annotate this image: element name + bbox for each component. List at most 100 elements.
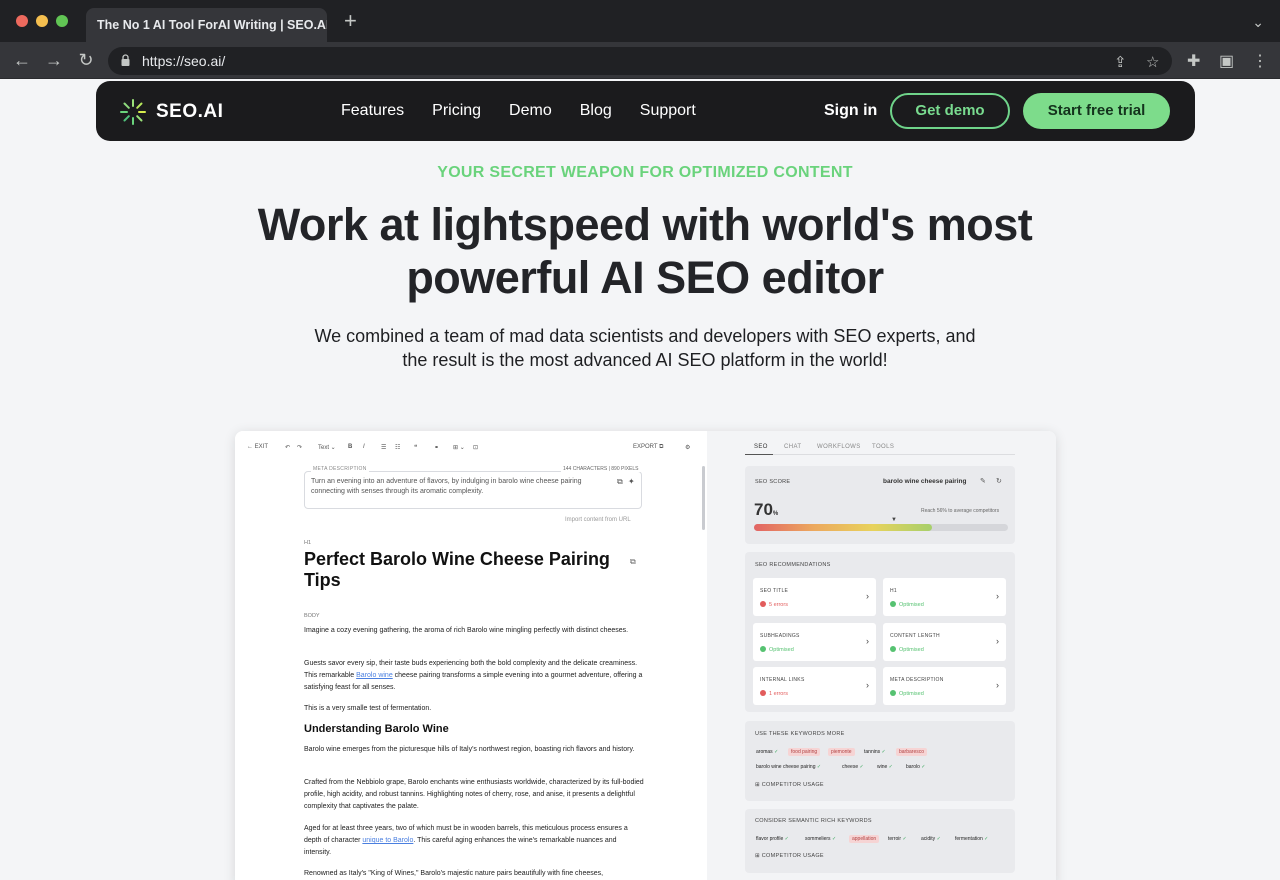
extensions-icon[interactable]: ✚ — [1187, 51, 1200, 71]
article-h2[interactable]: Understanding Barolo Wine — [304, 723, 449, 735]
quote-icon[interactable]: ❝ — [414, 444, 417, 451]
rec-title: SUBHEADINGS — [760, 633, 800, 639]
main-menu: Features Pricing Demo Blog Support — [341, 102, 696, 120]
sparkle-icon[interactable]: ✦ — [628, 477, 635, 486]
browser-tab[interactable]: The No 1 AI Tool ForAI Writing | SEO.AI — [86, 8, 327, 42]
reload-button[interactable]: ↻ — [76, 50, 96, 70]
new-tab-button[interactable]: + — [344, 10, 357, 32]
rec-title: CONTENT LENGTH — [890, 633, 940, 639]
address-bar[interactable]: https://seo.ai/ ⇪ ☆ — [108, 47, 1172, 75]
semantic-keyword-chip[interactable]: sommeliers — [802, 835, 839, 843]
paragraph-5[interactable]: Crafted from the Nebbiolo grape, Barolo … — [304, 777, 644, 813]
rec-seo-title[interactable]: SEO TITLE 5 errors › — [753, 578, 876, 616]
keyword-chip[interactable]: tannins — [861, 748, 889, 756]
semantic-keyword-chip[interactable]: fermentation — [952, 835, 991, 843]
keyword-chip[interactable]: wine — [874, 763, 896, 771]
link-icon[interactable]: ⚭ — [434, 444, 439, 451]
browser-menu-icon[interactable]: ⋮ — [1252, 51, 1268, 71]
keyword-chip[interactable]: barolo — [903, 763, 929, 771]
error-icon — [760, 690, 766, 696]
nav-support[interactable]: Support — [640, 102, 696, 120]
keyword-chip[interactable]: food pairing — [788, 748, 821, 756]
start-free-trial-button[interactable]: Start free trial — [1023, 93, 1170, 129]
sign-in-link[interactable]: Sign in — [824, 102, 877, 120]
rec-status-text: Optimised — [769, 647, 794, 653]
forward-button[interactable]: → — [44, 50, 64, 70]
edit-icon[interactable]: ✎ — [980, 477, 986, 485]
meta-description-field[interactable]: Turn an evening into an adventure of fla… — [304, 471, 642, 509]
import-url-link[interactable]: Import content from URL — [565, 517, 631, 523]
nav-blog[interactable]: Blog — [580, 102, 612, 120]
semantic-keyword-chip[interactable]: flavor profile — [753, 835, 792, 843]
keywords-title: USE THESE KEYWORDS MORE — [755, 731, 845, 737]
bullet-list-icon[interactable]: ☰ — [381, 444, 386, 451]
nav-demo[interactable]: Demo — [509, 102, 552, 120]
hero-subtitle: We combined a team of mad data scientist… — [0, 324, 1280, 372]
nav-pricing[interactable]: Pricing — [432, 102, 481, 120]
keyword-chip[interactable]: aromas — [753, 748, 781, 756]
keyword-chip[interactable]: piemonte — [828, 748, 855, 756]
body-label: BODY — [304, 613, 320, 619]
undo-icon[interactable]: ↶ — [285, 444, 290, 451]
rec-h1[interactable]: H1 Optimised › — [883, 578, 1006, 616]
refresh-icon[interactable]: ↻ — [996, 477, 1002, 485]
settings-icon[interactable]: ⚙ — [685, 444, 690, 451]
tab-tools[interactable]: TOOLS — [872, 444, 894, 450]
h1-label: H1 — [304, 540, 312, 546]
rec-meta-description[interactable]: META DESCRIPTION Optimised › — [883, 667, 1006, 705]
competitor-usage-toggle[interactable]: ⊞ COMPETITOR USAGE — [755, 853, 824, 859]
redo-icon[interactable]: ↷ — [297, 444, 302, 451]
paragraph-1[interactable]: Imagine a cozy evening gathering, the ar… — [304, 625, 644, 637]
semantic-keyword-chip[interactable]: acidity — [918, 835, 944, 843]
semantic-keyword-chip[interactable]: appellation — [849, 835, 880, 843]
maximize-window-button[interactable] — [56, 15, 68, 27]
export-button[interactable]: EXPORT ⧉ — [633, 444, 663, 451]
copy-h1-icon[interactable]: ⧉ — [630, 557, 636, 567]
seo-score-card: SEO SCORE barolo wine cheese pairing ✎ ↻… — [745, 466, 1015, 544]
paragraph-7[interactable]: Renowned as Italy's "King of Wines," Bar… — [304, 868, 644, 880]
tab-chat[interactable]: CHAT — [784, 444, 802, 450]
back-button[interactable]: ← — [12, 50, 32, 70]
rec-content-length[interactable]: CONTENT LENGTH Optimised › — [883, 623, 1006, 661]
check-icon — [890, 690, 896, 696]
text-style-select[interactable]: Text ⌄ — [318, 444, 336, 451]
site-logo[interactable]: SEO.AI — [118, 97, 223, 127]
tab-search-icon[interactable]: ⌄ — [1252, 14, 1264, 31]
get-demo-button[interactable]: Get demo — [890, 93, 1010, 129]
unique-to-barolo-link[interactable]: unique to Barolo — [362, 837, 413, 844]
bold-icon[interactable]: B — [348, 444, 352, 450]
image-icon[interactable]: ⊡ — [473, 444, 478, 451]
table-icon[interactable]: ⊞ ⌄ — [453, 444, 465, 451]
tab-workflows[interactable]: WORKFLOWS — [817, 444, 861, 450]
paragraph-4[interactable]: Barolo wine emerges from the picturesque… — [304, 744, 644, 756]
bookmark-star-icon[interactable]: ☆ — [1146, 53, 1159, 71]
italic-icon[interactable]: I — [363, 444, 365, 450]
close-window-button[interactable] — [16, 15, 28, 27]
rec-status: Optimised — [890, 601, 924, 608]
article-h1[interactable]: Perfect Barolo Wine Cheese Pairing Tips — [304, 549, 634, 591]
minimize-window-button[interactable] — [36, 15, 48, 27]
tab-seo[interactable]: SEO — [754, 444, 768, 450]
chevron-right-icon: › — [866, 591, 869, 601]
keyword-chip[interactable]: barolo wine cheese pairing — [753, 763, 824, 771]
exit-button[interactable]: ← EXIT — [247, 444, 268, 450]
side-panel-icon[interactable]: ▣ — [1219, 51, 1234, 71]
competitor-usage-label: COMPETITOR USAGE — [761, 782, 824, 788]
nav-features[interactable]: Features — [341, 102, 404, 120]
keyword-chip[interactable]: cheese — [839, 763, 867, 771]
competitor-usage-toggle[interactable]: ⊞ COMPETITOR USAGE — [755, 782, 824, 788]
paragraph-3[interactable]: This is a very smalle test of fermentati… — [304, 703, 644, 715]
rec-subheadings[interactable]: SUBHEADINGS Optimised › — [753, 623, 876, 661]
paragraph-6[interactable]: Aged for at least three years, two of wh… — [304, 823, 644, 859]
semantic-keywords-title: CONSIDER SEMANTIC RICH KEYWORDS — [755, 818, 872, 824]
copy-icon[interactable]: ⧉ — [617, 477, 623, 487]
numbered-list-icon[interactable]: ☷ — [395, 444, 400, 451]
rec-internal-links[interactable]: INTERNAL LINKS 1 errors › — [753, 667, 876, 705]
hero-title-line-2: powerful AI SEO editor — [406, 252, 884, 303]
paragraph-2[interactable]: Guests savor every sip, their taste buds… — [304, 658, 644, 694]
barolo-wine-link[interactable]: Barolo wine — [356, 672, 393, 679]
share-icon[interactable]: ⇪ — [1114, 53, 1127, 71]
editor-scrollbar[interactable] — [702, 466, 705, 530]
keyword-chip[interactable]: barbaresco — [896, 748, 928, 756]
semantic-keyword-chip[interactable]: terroir — [885, 835, 910, 843]
